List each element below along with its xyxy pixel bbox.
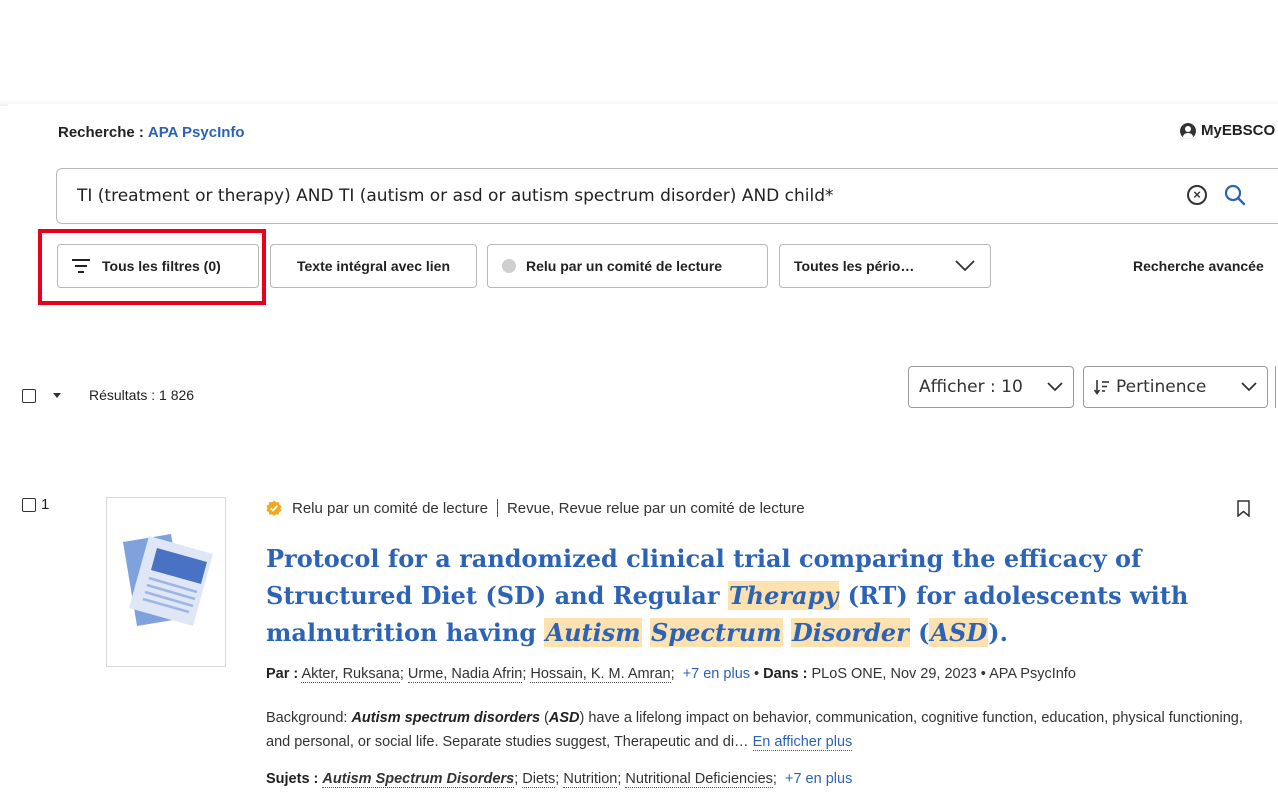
title-highlight: ASD xyxy=(929,618,989,647)
authors-label: Par : xyxy=(266,666,299,682)
results-count: Résultats : 1 826 xyxy=(89,387,195,403)
full-text-label: Texte intégral avec lien xyxy=(296,258,451,274)
result-abstract: Background: Autism spectrum disorders (A… xyxy=(266,706,1256,754)
abstract-text: ( xyxy=(540,710,549,726)
subject-link[interactable]: Nutrition xyxy=(563,771,618,788)
meta-separator xyxy=(496,499,498,517)
database-text: APA PsycInfo xyxy=(989,666,1076,682)
peer-reviewed-label: Relu par un comité de lecture xyxy=(526,258,723,274)
abstract-text: Background: xyxy=(266,710,352,726)
title-highlight: Therapy xyxy=(727,581,840,610)
subject-link[interactable]: Diets xyxy=(522,771,556,788)
title-highlight: Autism xyxy=(544,618,642,647)
top-blank-area xyxy=(0,0,1278,104)
sort-icon xyxy=(1094,380,1109,395)
advanced-search-link[interactable]: Recherche avancée xyxy=(1133,258,1264,274)
page-size-label: Afficher : 10 xyxy=(919,377,1023,397)
search-box: × xyxy=(56,168,1278,224)
bookmark-icon[interactable] xyxy=(1237,500,1250,517)
source-text: PLoS ONE, Nov 29, 2023 xyxy=(811,666,977,682)
subjects-label: Sujets : xyxy=(266,771,319,787)
more-subjects-link[interactable]: +7 en plus xyxy=(785,771,852,787)
author-link[interactable]: Akter, Ruksana xyxy=(301,666,400,683)
search-label: Recherche : xyxy=(58,124,144,141)
select-all-checkbox[interactable] xyxy=(22,389,36,403)
author-link[interactable]: Urme, Nadia Afrin xyxy=(407,666,523,683)
myebsco-button[interactable]: MyEBSCO xyxy=(1180,122,1275,139)
result-meta: Relu par un comité de lecture Revue, Rev… xyxy=(266,499,805,517)
periods-label: Toutes les pério… xyxy=(794,258,915,274)
peer-reviewed-icon xyxy=(502,259,516,273)
page-size-select[interactable]: Afficher : 10 xyxy=(908,366,1074,408)
source-label: Dans : xyxy=(763,666,808,682)
subject-link[interactable]: Nutritional Deficiencies xyxy=(625,771,773,788)
title-highlight: Spectrum xyxy=(650,618,783,647)
chevron-down-icon xyxy=(1241,382,1257,392)
select-options-caret-icon[interactable] xyxy=(53,393,61,398)
title-text xyxy=(783,618,791,647)
title-text xyxy=(642,618,650,647)
peer-reviewed-text: Relu par un comité de lecture xyxy=(292,499,488,517)
result-subjects: Sujets : Autism Spectrum Disorders; Diet… xyxy=(266,771,853,788)
chevron-down-icon xyxy=(1047,382,1063,392)
clear-search-icon[interactable]: × xyxy=(1187,185,1207,205)
title-text: ). xyxy=(988,618,1008,647)
search-input[interactable] xyxy=(77,169,1157,223)
search-scope: Recherche : APA PsycInfo xyxy=(58,124,245,141)
database-link[interactable]: APA PsycInfo xyxy=(148,124,245,141)
abstract-keyword: Autism spectrum disorders xyxy=(351,710,541,726)
author-link[interactable]: Hossain, K. M. Amran xyxy=(530,666,671,683)
title-highlight: Disorder xyxy=(790,618,910,647)
result-byline: Par : Akter, Ruksana; Urme, Nadia Afrin;… xyxy=(266,666,1076,683)
search-icon[interactable] xyxy=(1223,183,1247,207)
document-icon xyxy=(123,534,213,626)
result-number: 1 xyxy=(41,496,50,513)
subject-link[interactable]: Autism Spectrum Disorders xyxy=(322,771,515,788)
chevron-down-icon xyxy=(955,260,975,272)
peer-reviewed-filter-button[interactable]: Relu par un comité de lecture xyxy=(487,244,768,288)
result-thumbnail[interactable] xyxy=(106,497,226,667)
myebsco-label: MyEBSCO xyxy=(1201,122,1276,139)
result-checkbox[interactable] xyxy=(22,498,36,512)
more-authors-link[interactable]: +7 en plus xyxy=(683,666,750,682)
annotation-highlight-box xyxy=(38,229,266,305)
sort-select[interactable]: Pertinence xyxy=(1083,366,1268,408)
sort-label: Pertinence xyxy=(1116,377,1207,397)
abstract-keyword: ASD xyxy=(548,710,580,726)
user-icon xyxy=(1180,122,1196,139)
title-text: ( xyxy=(909,618,930,647)
peer-reviewed-badge-icon xyxy=(266,500,282,516)
show-more-link[interactable]: En afficher plus xyxy=(752,734,853,751)
periods-dropdown[interactable]: Toutes les pério… xyxy=(779,244,991,288)
full-text-filter-button[interactable]: Texte intégral avec lien xyxy=(270,244,477,288)
result-title-link[interactable]: Protocol for a randomized clinical trial… xyxy=(266,540,1256,651)
publication-type: Revue, Revue relue par un comité de lect… xyxy=(506,499,805,517)
